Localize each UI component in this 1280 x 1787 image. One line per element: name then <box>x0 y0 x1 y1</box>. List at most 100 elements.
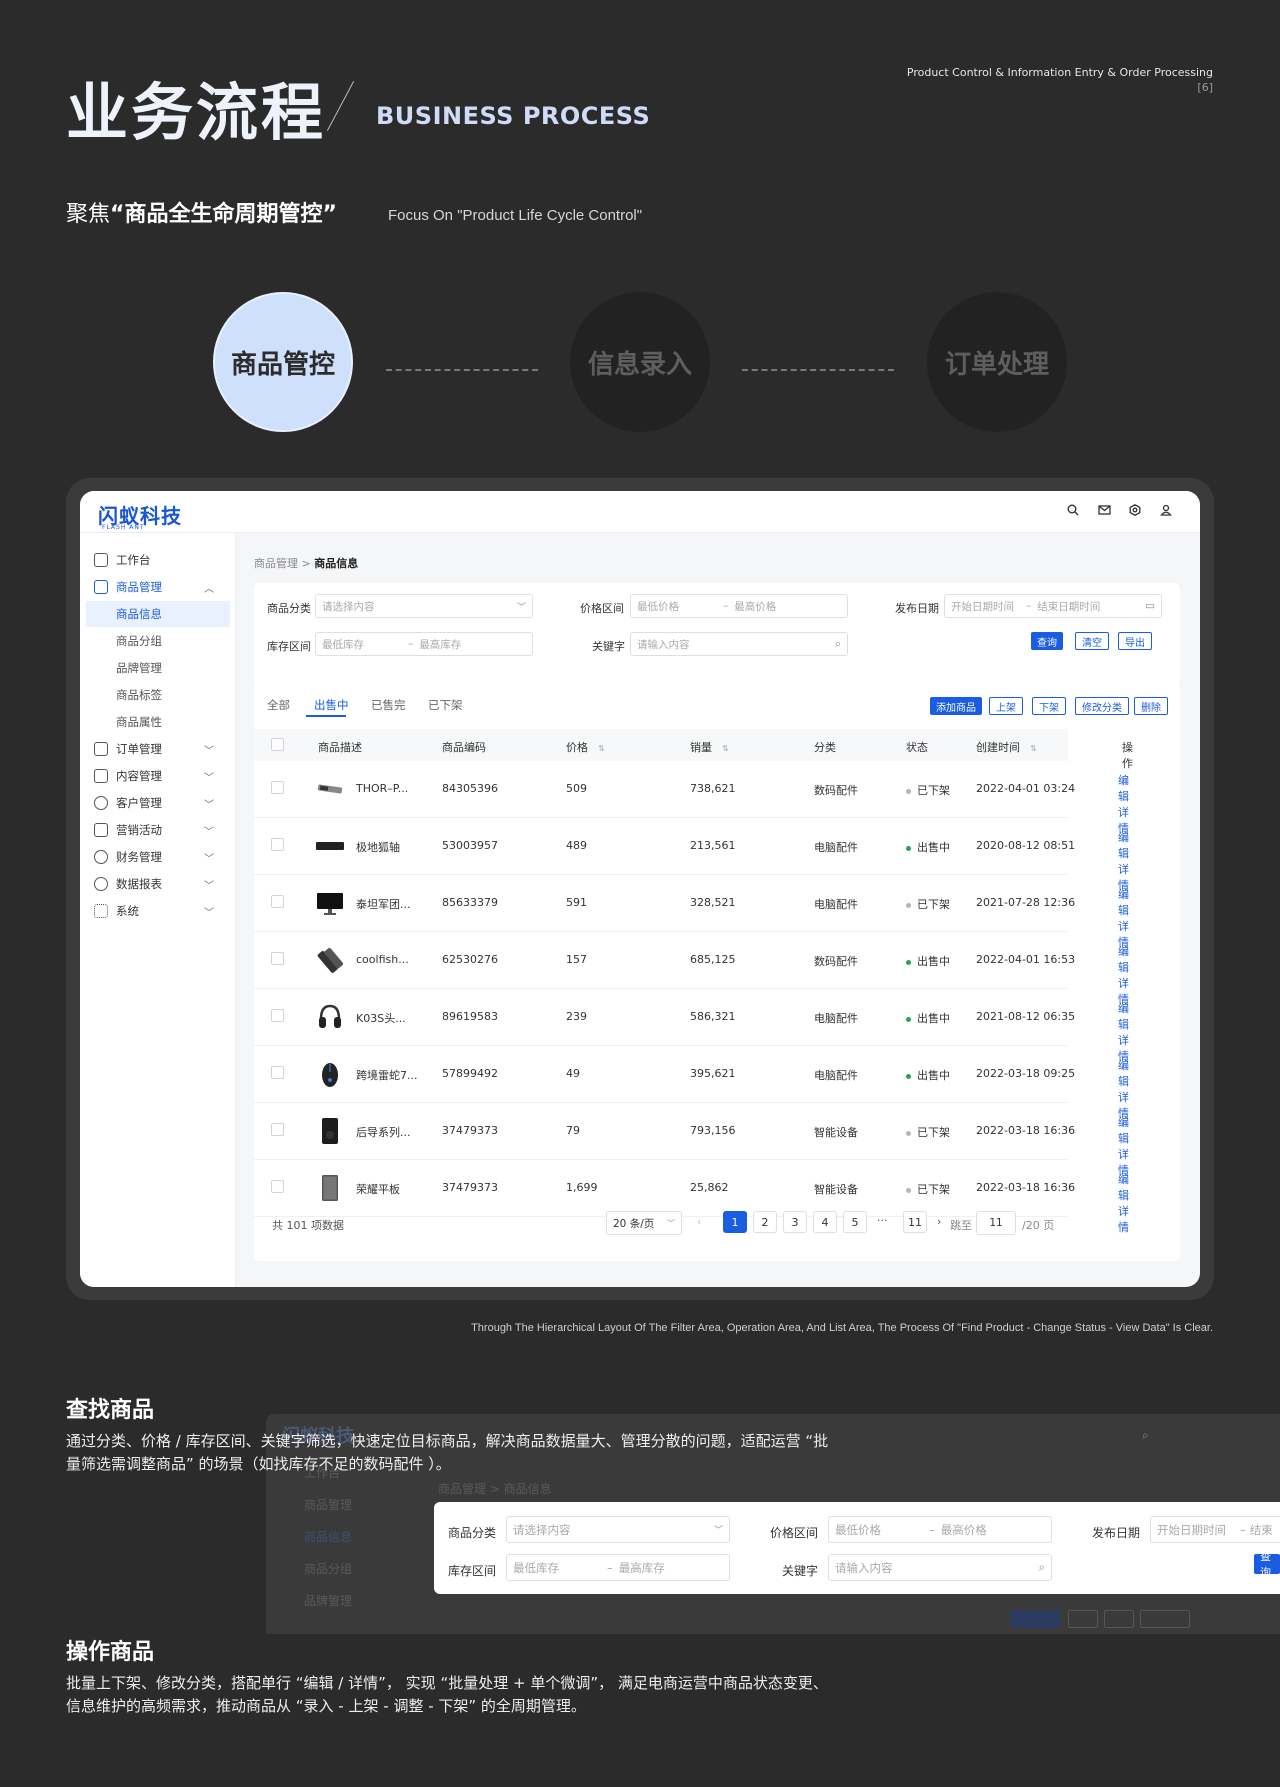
sidebar-item-orders[interactable]: 订单管理 ﹀ <box>94 736 222 762</box>
column-header-sortable[interactable]: 价格 ⇅ <box>566 739 605 755</box>
date-range-input[interactable]: 开始日期时间 – 结束日期时间 ▭ <box>944 594 1162 618</box>
product-name[interactable]: 极地狐轴 <box>356 839 400 855</box>
page-button[interactable]: 2 <box>753 1211 777 1233</box>
page-button[interactable]: 11 <box>903 1211 927 1233</box>
sidebar-item-marketing[interactable]: 营销活动 ﹀ <box>94 817 222 843</box>
list-off-button[interactable]: 下架 <box>1032 697 1066 715</box>
column-header-sortable[interactable]: 销量 ⇅ <box>690 739 729 755</box>
product-price: 509 <box>566 782 587 795</box>
header-subtitle: Product Control & Information Entry & Or… <box>907 65 1213 95</box>
page-size-select[interactable]: 20 条/页 ﹀ <box>606 1211 682 1235</box>
query-button[interactable]: 查询 <box>1031 632 1063 650</box>
product-name[interactable]: 跨境雷蛇7... <box>356 1067 418 1083</box>
sort-icon: ⇅ <box>598 744 605 753</box>
change-category-button[interactable]: 修改分类 <box>1075 697 1129 715</box>
jump-page-input[interactable]: 11 <box>976 1211 1016 1235</box>
zoom-stock-input[interactable]: 最低库存 – 最高库存 <box>506 1554 730 1581</box>
product-name[interactable]: 后导系列... <box>356 1124 411 1140</box>
tab-on-sale[interactable]: 出售中 <box>314 697 349 713</box>
zoom-side-item: 商品管理 <box>304 1498 353 1512</box>
sidebar-item-brand[interactable]: 品牌管理 <box>94 655 222 681</box>
row-checkbox[interactable] <box>271 1123 284 1136</box>
keyword-input[interactable]: 请输入内容 ⌕ <box>630 632 848 656</box>
product-name[interactable]: coolfish... <box>356 953 409 966</box>
sidebar-item-tags[interactable]: 商品标签 <box>94 682 222 708</box>
sidebar-item-label: 客户管理 <box>116 796 162 810</box>
edit-link[interactable]: 编辑 <box>1118 830 1129 862</box>
brand-logo[interactable]: 闪蚁科技 FLASH ANT <box>98 500 182 531</box>
clear-button[interactable]: 清空 <box>1075 632 1109 650</box>
detail-link[interactable]: 详情 <box>1118 1204 1129 1236</box>
edit-link[interactable]: 编辑 <box>1118 1058 1129 1090</box>
row-checkbox[interactable] <box>271 838 284 851</box>
zoom-category-placeholder: 请选择内容 <box>513 1522 571 1537</box>
edit-link[interactable]: 编辑 <box>1118 1172 1129 1204</box>
category-select[interactable]: 请选择内容 ﹀ <box>315 594 533 618</box>
row-checkbox[interactable] <box>271 1066 284 1079</box>
edit-link[interactable]: 编辑 <box>1118 944 1129 976</box>
status-badge: 已下架 <box>906 1181 950 1197</box>
sidebar-item-product-group[interactable]: 商品分组 <box>94 628 222 654</box>
column-header: 状态 <box>906 741 928 754</box>
mail-icon[interactable] <box>1096 504 1112 520</box>
edit-link[interactable]: 编辑 <box>1118 1001 1129 1033</box>
product-thumbnail <box>316 832 344 860</box>
status-badge: 出售中 <box>906 1067 950 1083</box>
tab-all[interactable]: 全部 <box>267 697 290 713</box>
column-header-sortable[interactable]: 创建时间 ⇅ <box>976 739 1037 755</box>
page-button[interactable]: 1 <box>723 1211 747 1233</box>
tab-off-shelf[interactable]: 已下架 <box>428 697 463 713</box>
add-product-button[interactable]: 添加商品 <box>930 697 982 715</box>
edit-link[interactable]: 编辑 <box>1118 773 1129 805</box>
page-button[interactable]: 5 <box>843 1211 867 1233</box>
delete-button[interactable]: 删除 <box>1134 697 1168 715</box>
product-name[interactable]: K03S头... <box>356 1010 406 1026</box>
sidebar-item-dashboard[interactable]: 工作台 <box>94 547 222 573</box>
sidebar-item-label: 商品属性 <box>116 715 162 729</box>
row-checkbox[interactable] <box>271 952 284 965</box>
sidebar-item-finance[interactable]: 财务管理 ﹀ <box>94 844 222 870</box>
stock-range-input[interactable]: 最低库存 – 最高库存 <box>315 632 533 656</box>
user-icon[interactable] <box>1158 504 1174 520</box>
zoom-date-input[interactable]: 开始日期时间 – 结束 <box>1150 1516 1280 1543</box>
sidebar-item-label: 工作台 <box>116 553 151 567</box>
sidebar-item-reports[interactable]: 数据报表 ﹀ <box>94 871 222 897</box>
edit-link[interactable]: 编辑 <box>1118 1115 1129 1147</box>
product-name[interactable]: 荣耀平板 <box>356 1181 400 1197</box>
sidebar-item-content[interactable]: 内容管理 ﹀ <box>94 763 222 789</box>
page-button[interactable]: 3 <box>783 1211 807 1233</box>
product-category: 电脑配件 <box>814 898 858 911</box>
sidebar-item-system[interactable]: 系统 ﹀ <box>94 898 222 924</box>
tab-sold-out[interactable]: 已售完 <box>371 697 406 713</box>
zoom-query-button[interactable]: 查询 <box>1254 1550 1280 1579</box>
export-button[interactable]: 导出 <box>1118 632 1152 650</box>
zoom-category-select[interactable]: 请选择内容 ﹀ <box>506 1516 730 1543</box>
zoom-keyword-input[interactable]: 请输入内容 ⌕ <box>828 1554 1052 1581</box>
row-checkbox[interactable] <box>271 781 284 794</box>
prev-page-icon[interactable]: ‹ <box>697 1215 701 1228</box>
price-range-input[interactable]: 最低价格 – 最高价格 <box>630 594 848 618</box>
sidebar-item-attributes[interactable]: 商品属性 <box>94 709 222 735</box>
product-name[interactable]: THOR–P... <box>356 782 408 795</box>
page-number: [6] <box>1197 81 1213 94</box>
sidebar-item-product-management[interactable]: 商品管理 ︿ <box>94 574 222 600</box>
row-checkbox[interactable] <box>271 895 284 908</box>
product-sales: 685,125 <box>690 953 736 966</box>
zoom-price-input[interactable]: 最低价格 – 最高价格 <box>828 1516 1052 1543</box>
sidebar-item-product-info[interactable]: 商品信息 <box>86 601 230 627</box>
sidebar-item-customers[interactable]: 客户管理 ﹀ <box>94 790 222 816</box>
search-icon[interactable] <box>1065 504 1081 520</box>
breadcrumb-parent[interactable]: 商品管理 <box>254 557 298 570</box>
row-checkbox[interactable] <box>271 1009 284 1022</box>
created-time: 2022-04-01 03:24 <box>976 782 1076 795</box>
section-title-find: 查找商品 <box>66 1398 155 1423</box>
list-on-button[interactable]: 上架 <box>989 697 1023 715</box>
select-all-checkbox[interactable] <box>271 738 284 751</box>
next-page-icon[interactable]: › <box>937 1215 941 1228</box>
edit-link[interactable]: 编辑 <box>1118 887 1129 919</box>
settings-icon[interactable] <box>1127 504 1143 520</box>
product-name[interactable]: 泰坦军团... <box>356 896 411 912</box>
row-checkbox[interactable] <box>271 1180 284 1193</box>
page-button[interactable]: 4 <box>813 1211 837 1233</box>
product-category: 电脑配件 <box>814 1012 858 1025</box>
